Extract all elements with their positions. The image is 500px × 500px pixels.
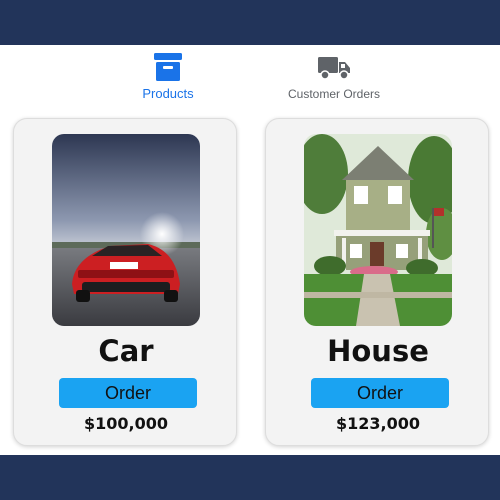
archive-box-icon: [154, 53, 182, 81]
top-app-bar: [0, 0, 500, 45]
truck-icon: [318, 57, 350, 80]
product-card-car: Car Order $100,000: [13, 118, 237, 446]
house-painting: [304, 134, 452, 326]
bottom-app-bar: [0, 455, 500, 500]
red-sports-car-photo: [52, 134, 200, 326]
order-button[interactable]: Order: [59, 378, 197, 408]
nav-tabs: Products Customer Orders: [0, 45, 500, 107]
tab-label: Customer Orders: [287, 87, 381, 101]
product-price: $100,000: [83, 414, 168, 433]
tab-products[interactable]: Products: [98, 51, 238, 103]
product-image: [52, 134, 200, 326]
product-name: Car: [98, 334, 154, 368]
order-button[interactable]: Order: [311, 378, 449, 408]
product-price: $123,000: [335, 414, 420, 433]
product-name: House: [327, 334, 429, 368]
tab-customer-orders[interactable]: Customer Orders: [264, 51, 404, 103]
product-card-house: House Order $123,000: [265, 118, 489, 446]
tab-label: Products: [142, 86, 194, 101]
product-image: [304, 134, 452, 326]
